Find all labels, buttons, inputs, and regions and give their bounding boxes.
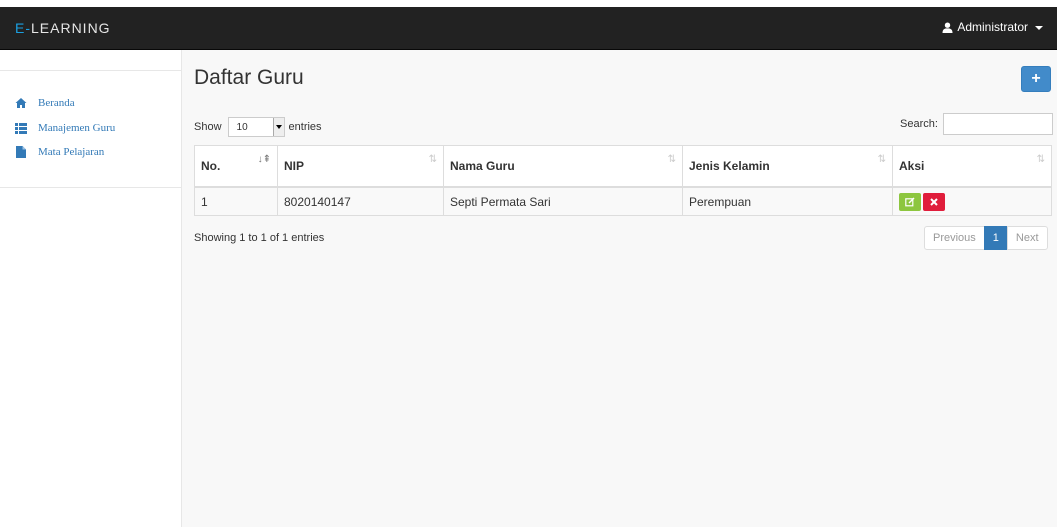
sort-icon: ⇅ [1036, 154, 1045, 165]
entries-select[interactable]: 10 [227, 117, 285, 137]
guru-table: No. ↓⇞ NIP ⇅ Nama Guru ⇅ Jenis Kelamin ⇅ Aks… [194, 145, 1052, 216]
table-row: 1 8020140147 Septi Permata Sari Perempua… [194, 186, 1052, 216]
column-header-nama-guru[interactable]: Nama Guru ⇅ [443, 145, 683, 188]
page-title: Daftar Guru [194, 66, 304, 89]
previous-button[interactable]: Previous [924, 226, 985, 250]
edit-button[interactable] [899, 192, 921, 211]
home-icon [15, 97, 27, 109]
sort-icon: ⇅ [428, 154, 437, 165]
sort-asc-icon: ↓⇞ [257, 154, 271, 165]
sidebar-divider-bottom [0, 187, 181, 188]
cell-jenis-kelamin: Perempuan [682, 186, 893, 216]
top-strip [0, 0, 1057, 7]
navbar: E-LEARNING Administrator [0, 7, 1057, 50]
user-menu[interactable]: Administrator [942, 20, 1043, 34]
sidebar-item-label: Mata Pelajaran [38, 146, 105, 158]
search-label: Search: [900, 118, 938, 130]
sidebar-item-label: Beranda [38, 97, 75, 109]
column-header-jenis-kelamin[interactable]: Jenis Kelamin ⇅ [682, 145, 893, 188]
sidebar-item-beranda[interactable]: Beranda [15, 97, 75, 109]
search-control: Search: [900, 113, 1053, 135]
cell-aksi [892, 186, 1052, 216]
column-header-no[interactable]: No. ↓⇞ [194, 145, 278, 188]
user-name: Administrator [957, 20, 1028, 34]
next-button[interactable]: Next [1006, 226, 1048, 250]
brand-text: LEARNING [31, 20, 111, 36]
file-icon [15, 146, 27, 158]
column-header-label: Jenis Kelamin [689, 159, 770, 173]
pagination: Previous 1 Next [924, 226, 1048, 250]
sidebar-item-manajemen-guru[interactable]: Manajemen Guru [15, 122, 115, 134]
table-info: Showing 1 to 1 of 1 entries [194, 232, 325, 244]
brand-prefix: E- [15, 20, 31, 36]
list-icon [15, 122, 27, 134]
cell-nama-guru: Septi Permata Sari [443, 186, 683, 216]
plus-icon: + [1031, 70, 1041, 87]
search-input[interactable] [942, 113, 1053, 135]
sort-icon: ⇅ [877, 154, 886, 165]
edit-icon [905, 197, 915, 206]
column-header-label: No. [201, 159, 221, 173]
close-icon [930, 197, 938, 206]
cell-no: 1 [194, 186, 278, 216]
sidebar: Beranda Manajemen Guru Mata Pelajaran [0, 50, 182, 527]
sidebar-item-label: Manajemen Guru [38, 122, 116, 134]
sort-icon: ⇅ [667, 154, 676, 165]
dropdown-arrow-icon [272, 118, 284, 136]
sidebar-divider-top [0, 70, 181, 71]
brand-logo[interactable]: E-LEARNING [15, 20, 111, 36]
column-header-nip[interactable]: NIP ⇅ [277, 145, 444, 188]
table-header-row: No. ↓⇞ NIP ⇅ Nama Guru ⇅ Jenis Kelamin ⇅ Aks… [194, 145, 1052, 188]
column-header-label: NIP [284, 159, 305, 173]
column-header-aksi[interactable]: Aksi ⇅ [892, 145, 1052, 188]
show-label: Show [194, 121, 222, 133]
column-header-label: Aksi [899, 159, 925, 173]
page-button-1[interactable]: 1 [983, 226, 1008, 250]
sidebar-item-mata-pelajaran[interactable]: Mata Pelajaran [15, 146, 104, 158]
column-header-label: Nama Guru [450, 159, 515, 173]
add-guru-button[interactable]: + [1021, 66, 1051, 92]
entries-length-control: Show 10 entries [194, 117, 322, 137]
caret-down-icon [1035, 25, 1043, 30]
delete-button[interactable] [923, 192, 945, 211]
user-icon [942, 22, 953, 33]
main-content: Daftar Guru + Show 10 entries Search: No… [182, 50, 1057, 527]
entries-select-value: 10 [236, 121, 248, 133]
cell-nip: 8020140147 [277, 186, 444, 216]
entries-label: entries [288, 121, 322, 133]
